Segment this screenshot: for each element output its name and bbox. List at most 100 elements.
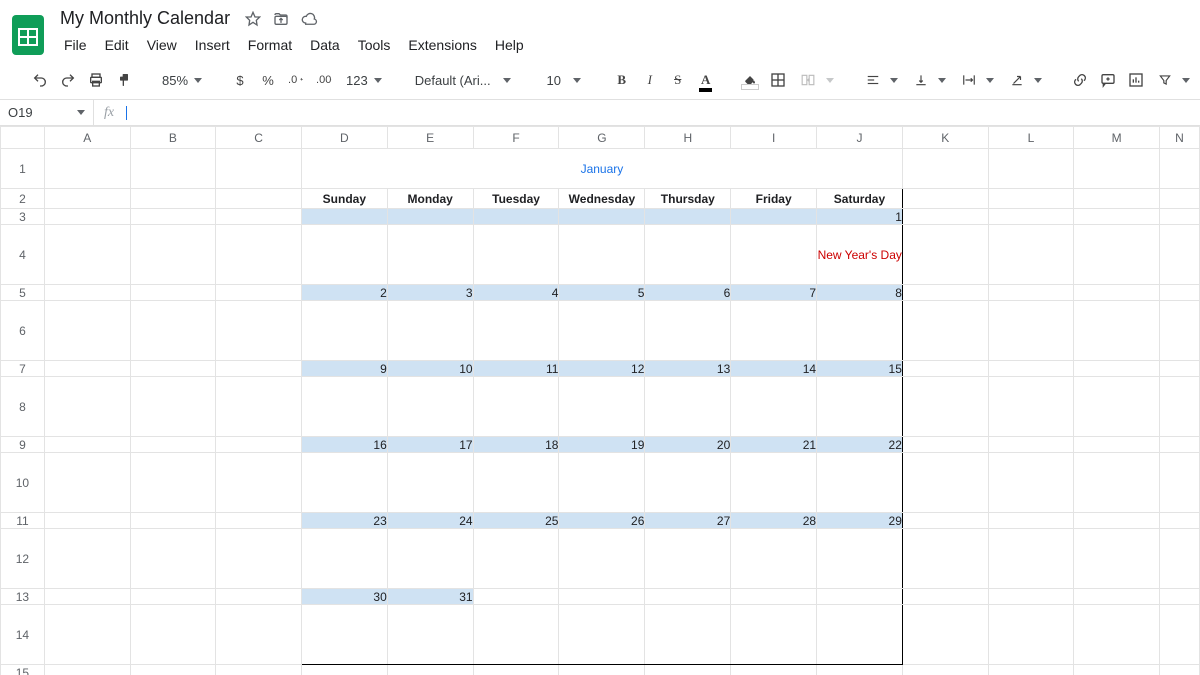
date-body-cell[interactable] <box>473 301 559 361</box>
date-body-cell[interactable] <box>301 605 387 665</box>
date-body-cell[interactable] <box>817 377 903 437</box>
star-icon[interactable] <box>244 10 262 28</box>
dow-cell[interactable]: Monday <box>387 189 473 209</box>
strikethrough-button[interactable]: S <box>666 67 690 93</box>
date-cell[interactable] <box>645 589 731 605</box>
horizontal-align-button[interactable] <box>860 67 904 93</box>
more-formats-button[interactable]: 123 <box>340 67 388 93</box>
date-body-cell[interactable] <box>559 301 645 361</box>
date-body-cell[interactable] <box>301 301 387 361</box>
sheets-app-icon[interactable] <box>8 15 48 55</box>
menu-extensions[interactable]: Extensions <box>400 33 484 57</box>
menu-insert[interactable]: Insert <box>187 33 238 57</box>
row-header[interactable]: 12 <box>1 529 45 589</box>
date-body-cell[interactable] <box>473 605 559 665</box>
col-header[interactable]: K <box>902 127 988 149</box>
insert-chart-button[interactable] <box>1124 67 1148 93</box>
text-rotation-button[interactable] <box>1004 67 1048 93</box>
date-cell[interactable]: 29 <box>817 513 903 529</box>
date-cell[interactable] <box>559 209 645 225</box>
col-header[interactable]: C <box>216 127 302 149</box>
date-body-cell[interactable] <box>301 529 387 589</box>
date-body-cell[interactable] <box>559 529 645 589</box>
date-body-cell[interactable] <box>387 377 473 437</box>
date-cell[interactable]: 2 <box>301 285 387 301</box>
date-body-cell[interactable] <box>387 453 473 513</box>
menu-format[interactable]: Format <box>240 33 300 57</box>
date-cell[interactable]: 11 <box>473 361 559 377</box>
zoom-select[interactable]: 85% <box>156 67 208 93</box>
date-body-cell[interactable] <box>731 225 817 285</box>
vertical-align-button[interactable] <box>908 67 952 93</box>
date-body-cell[interactable] <box>387 301 473 361</box>
date-cell[interactable]: 28 <box>731 513 817 529</box>
spreadsheet-grid[interactable]: A B C D E F G H I J K L M N 1 January 2 … <box>0 126 1200 675</box>
menu-help[interactable]: Help <box>487 33 532 57</box>
dow-cell[interactable]: Friday <box>731 189 817 209</box>
date-body-cell[interactable] <box>301 453 387 513</box>
col-header[interactable]: M <box>1074 127 1160 149</box>
print-button[interactable] <box>84 67 108 93</box>
col-header[interactable]: A <box>44 127 130 149</box>
date-cell[interactable] <box>559 589 645 605</box>
date-cell[interactable] <box>731 209 817 225</box>
date-body-cell[interactable] <box>559 225 645 285</box>
row-header[interactable]: 14 <box>1 605 45 665</box>
cell[interactable] <box>1074 149 1160 189</box>
date-body-cell[interactable] <box>817 301 903 361</box>
cell[interactable] <box>902 189 988 209</box>
date-cell[interactable]: 14 <box>731 361 817 377</box>
date-cell[interactable]: 25 <box>473 513 559 529</box>
row-header[interactable]: 8 <box>1 377 45 437</box>
borders-button[interactable] <box>766 67 790 93</box>
row-header[interactable]: 4 <box>1 225 45 285</box>
date-body-cell[interactable] <box>645 225 731 285</box>
date-body-cell[interactable] <box>473 529 559 589</box>
date-cell[interactable]: 23 <box>301 513 387 529</box>
cell[interactable] <box>130 149 216 189</box>
bold-button[interactable]: B <box>610 67 634 93</box>
cell[interactable] <box>1159 189 1199 209</box>
menu-file[interactable]: File <box>56 33 95 57</box>
date-cell[interactable]: 7 <box>731 285 817 301</box>
paint-format-button[interactable] <box>112 67 136 93</box>
date-cell[interactable]: 20 <box>645 437 731 453</box>
filter-button[interactable] <box>1152 67 1196 93</box>
date-body-cell[interactable] <box>731 529 817 589</box>
dow-cell[interactable]: Saturday <box>817 189 903 209</box>
date-body-cell[interactable] <box>645 377 731 437</box>
cell[interactable] <box>44 149 130 189</box>
cell[interactable] <box>988 189 1074 209</box>
cell[interactable] <box>1074 189 1160 209</box>
date-body-cell[interactable] <box>731 301 817 361</box>
date-body-cell[interactable] <box>301 225 387 285</box>
date-cell[interactable]: 26 <box>559 513 645 529</box>
row-header[interactable]: 9 <box>1 437 45 453</box>
increase-decimal-button[interactable]: .00 <box>312 67 336 93</box>
date-cell[interactable]: 5 <box>559 285 645 301</box>
cell[interactable] <box>216 189 302 209</box>
text-color-button[interactable]: A <box>694 67 718 93</box>
date-body-cell[interactable] <box>817 453 903 513</box>
date-cell[interactable]: 10 <box>387 361 473 377</box>
fill-color-button[interactable] <box>738 67 762 93</box>
date-cell[interactable]: 17 <box>387 437 473 453</box>
row-header[interactable]: 6 <box>1 301 45 361</box>
decrease-decimal-button[interactable]: .0 <box>284 67 308 93</box>
font-size-select[interactable]: 10 <box>538 67 590 93</box>
redo-button[interactable] <box>56 67 80 93</box>
cell[interactable] <box>130 189 216 209</box>
font-select[interactable]: Default (Ari... <box>408 67 518 93</box>
col-header[interactable]: G <box>559 127 645 149</box>
date-cell[interactable] <box>301 209 387 225</box>
menu-edit[interactable]: Edit <box>97 33 137 57</box>
row-header[interactable]: 11 <box>1 513 45 529</box>
row-header[interactable]: 10 <box>1 453 45 513</box>
document-title[interactable]: My Monthly Calendar <box>56 6 234 31</box>
col-header[interactable]: N <box>1159 127 1199 149</box>
move-icon[interactable] <box>272 10 290 28</box>
date-body-cell[interactable] <box>301 377 387 437</box>
menu-tools[interactable]: Tools <box>350 33 399 57</box>
date-body-cell[interactable] <box>559 377 645 437</box>
insert-comment-button[interactable] <box>1096 67 1120 93</box>
